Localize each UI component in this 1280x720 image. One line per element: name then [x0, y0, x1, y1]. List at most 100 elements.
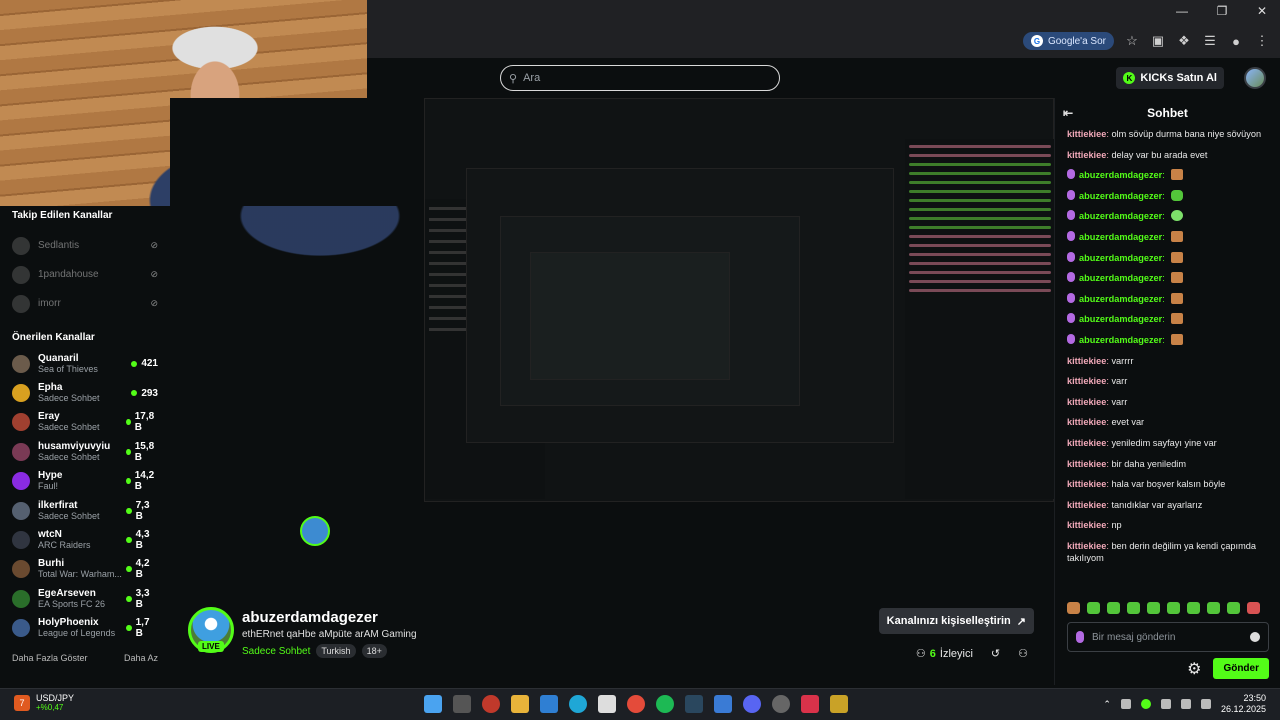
sidebar-followed-item[interactable]: Sedlantis ⊘ — [12, 231, 158, 260]
spotify-icon[interactable] — [656, 695, 674, 713]
channel-category: Sea of Thieves — [38, 363, 98, 374]
sidebar-recommended-item[interactable]: husamviyuvyiu Sadece Sohbet 15,8 B — [12, 437, 158, 466]
emote-button[interactable] — [1107, 602, 1120, 614]
streamer-name[interactable]: abuzerdamdagezer — [242, 609, 378, 626]
chat-input[interactable]: Bir mesaj gönderin — [1067, 622, 1269, 652]
mail-icon[interactable] — [540, 695, 558, 713]
start-icon[interactable] — [424, 695, 442, 713]
chat-username[interactable]: kittiekiee — [1067, 129, 1106, 139]
puzzle-icon[interactable]: ❖ — [1176, 33, 1192, 49]
sidebar-recommended-item[interactable]: Quanaril Sea of Thieves 421 — [12, 349, 158, 378]
chat-username[interactable]: abuzerdamdagezer — [1079, 335, 1162, 345]
chrome-icon[interactable] — [627, 695, 645, 713]
chat-username[interactable]: kittiekiee — [1067, 150, 1106, 160]
sidebar-recommended-item[interactable]: ilkerfirat Sadece Sohbet 7,3 B — [12, 496, 158, 525]
app-icon[interactable] — [714, 695, 732, 713]
chat-username[interactable]: abuzerdamdagezer — [1079, 294, 1162, 304]
sidebar-recommended-item[interactable]: Eray Sadece Sohbet 17,8 B — [12, 408, 158, 437]
star-icon[interactable]: ☆ — [1124, 33, 1140, 49]
extension-badge-icon[interactable]: ▣ — [1150, 33, 1166, 49]
chat-username[interactable]: kittiekiee — [1067, 500, 1106, 510]
chat-username[interactable]: kittiekiee — [1067, 479, 1106, 489]
show-less-link[interactable]: Daha Az — [124, 653, 158, 663]
chat-username[interactable]: kittiekiee — [1067, 356, 1106, 366]
emote-button[interactable] — [1247, 602, 1260, 614]
sidebar-recommended-item[interactable]: HolyPhoenix League of Legends 1,7 B — [12, 614, 158, 643]
share-icon[interactable]: ↺ — [991, 647, 1000, 660]
category-link[interactable]: Sadece Sohbet — [242, 646, 310, 657]
chat-username[interactable]: kittiekiee — [1067, 459, 1106, 469]
app-icon[interactable] — [830, 695, 848, 713]
customize-channel-button[interactable]: Kanalınızı kişiselleştirin ↗ — [878, 608, 1034, 634]
sidebar-followed-item[interactable]: 1pandahouse ⊘ — [12, 260, 158, 289]
ticker-widget[interactable]: 7 USD/JPY +%0,47 — [14, 693, 74, 713]
send-button[interactable]: Gönder — [1213, 658, 1269, 679]
chat-username[interactable]: kittiekiee — [1067, 376, 1106, 386]
mic-tray-icon[interactable] — [1160, 699, 1171, 709]
chat-username[interactable]: abuzerdamdagezer — [1079, 211, 1162, 221]
sidebar-recommended-item[interactable]: Burhi Total War: Warham... 4,2 B — [12, 555, 158, 584]
maximize-icon[interactable]: ❐ — [1214, 4, 1230, 18]
sidebar-recommended-item[interactable]: Epha Sadece Sohbet 293 — [12, 378, 158, 407]
chat-username[interactable]: abuzerdamdagezer — [1079, 253, 1162, 263]
close-icon[interactable]: ✕ — [1254, 4, 1270, 18]
sidebar-recommended-item[interactable]: EgeArseven EA Sports FC 26 3,3 B — [12, 584, 158, 613]
sidebar-followed-item[interactable]: imorr ⊘ — [12, 289, 158, 318]
chat-username[interactable]: abuzerdamdagezer — [1079, 273, 1162, 283]
emote-button[interactable] — [1167, 602, 1180, 614]
emote-button[interactable] — [1127, 602, 1140, 614]
chat-username[interactable]: abuzerdamdagezer — [1079, 232, 1162, 242]
ask-google-button[interactable]: G Google'a Sor — [1022, 32, 1114, 50]
emote-button[interactable] — [1187, 602, 1200, 614]
emoji-picker-icon[interactable] — [1250, 632, 1260, 642]
chat-username[interactable]: kittiekiee — [1067, 438, 1106, 448]
task-view-icon[interactable] — [453, 695, 471, 713]
search-input[interactable]: ⚲ Ara — [500, 65, 780, 91]
store-icon[interactable] — [598, 695, 616, 713]
sidebar-recommended-item[interactable]: wtcN ARC Raiders 4,3 B — [12, 525, 158, 554]
tag-chip[interactable]: 18+ — [361, 644, 387, 658]
avatar[interactable] — [1244, 67, 1266, 89]
clock[interactable]: 23:50 26.12.2025 — [1221, 693, 1266, 715]
chat-username[interactable]: abuzerdamdagezer — [1079, 314, 1162, 324]
emote-button[interactable] — [1067, 602, 1080, 614]
chat-username[interactable]: kittiekiee — [1067, 417, 1106, 427]
collapse-chat-icon[interactable]: ⇤ — [1063, 106, 1073, 120]
tray-icon[interactable] — [1140, 699, 1151, 709]
emote-button[interactable] — [1087, 602, 1100, 614]
chat-username[interactable]: abuzerdamdagezer — [1079, 170, 1162, 180]
app-icon[interactable] — [801, 695, 819, 713]
explorer-icon[interactable] — [511, 695, 529, 713]
stream-actions: ⚇ 6 İzleyici ↺ ⚇ — [916, 647, 1028, 661]
buy-kicks-button[interactable]: K KICKs Satın Al — [1116, 67, 1224, 89]
chat-message: kittiekiee: yeniledim sayfayı yine var — [1067, 437, 1217, 448]
opera-icon[interactable] — [482, 695, 500, 713]
app-icon[interactable] — [772, 695, 790, 713]
follow-icon[interactable]: ⚇ — [1018, 647, 1028, 660]
tray-icon[interactable] — [1120, 699, 1131, 709]
chat-username[interactable]: kittiekiee — [1067, 397, 1106, 407]
media-icon[interactable]: ☰ — [1202, 33, 1218, 49]
minimize-icon[interactable]: — — [1174, 4, 1190, 18]
discord-icon[interactable] — [743, 695, 761, 713]
recommended-list: Quanaril Sea of Thieves 421 Epha Sadece Sohb… — [12, 349, 158, 643]
chat-username[interactable]: kittiekiee — [1067, 520, 1106, 530]
chat-username[interactable]: kittiekiee — [1067, 541, 1106, 551]
chat-username[interactable]: abuzerdamdagezer — [1079, 191, 1162, 201]
mic-badge-icon — [1067, 210, 1075, 221]
chat-settings-icon[interactable]: ⚙ — [1187, 659, 1201, 679]
emote-button[interactable] — [1227, 602, 1240, 614]
volume-icon[interactable] — [1200, 699, 1211, 709]
emote-button[interactable] — [1147, 602, 1160, 614]
tag-chip[interactable]: Turkish — [316, 644, 356, 658]
profile-icon[interactable]: ● — [1228, 33, 1244, 49]
chevron-up-icon[interactable]: ⌃ — [1103, 699, 1111, 710]
steam-icon[interactable] — [685, 695, 703, 713]
emote-button[interactable] — [1207, 602, 1220, 614]
show-more-link[interactable]: Daha Fazla Göster — [12, 653, 88, 663]
edge-icon[interactable] — [569, 695, 587, 713]
sidebar-recommended-item[interactable]: Hype Faul! 14,2 B — [12, 467, 158, 496]
video-player[interactable] — [170, 98, 1054, 595]
display-icon[interactable] — [1180, 699, 1191, 709]
menu-icon[interactable]: ⋮ — [1254, 33, 1270, 49]
